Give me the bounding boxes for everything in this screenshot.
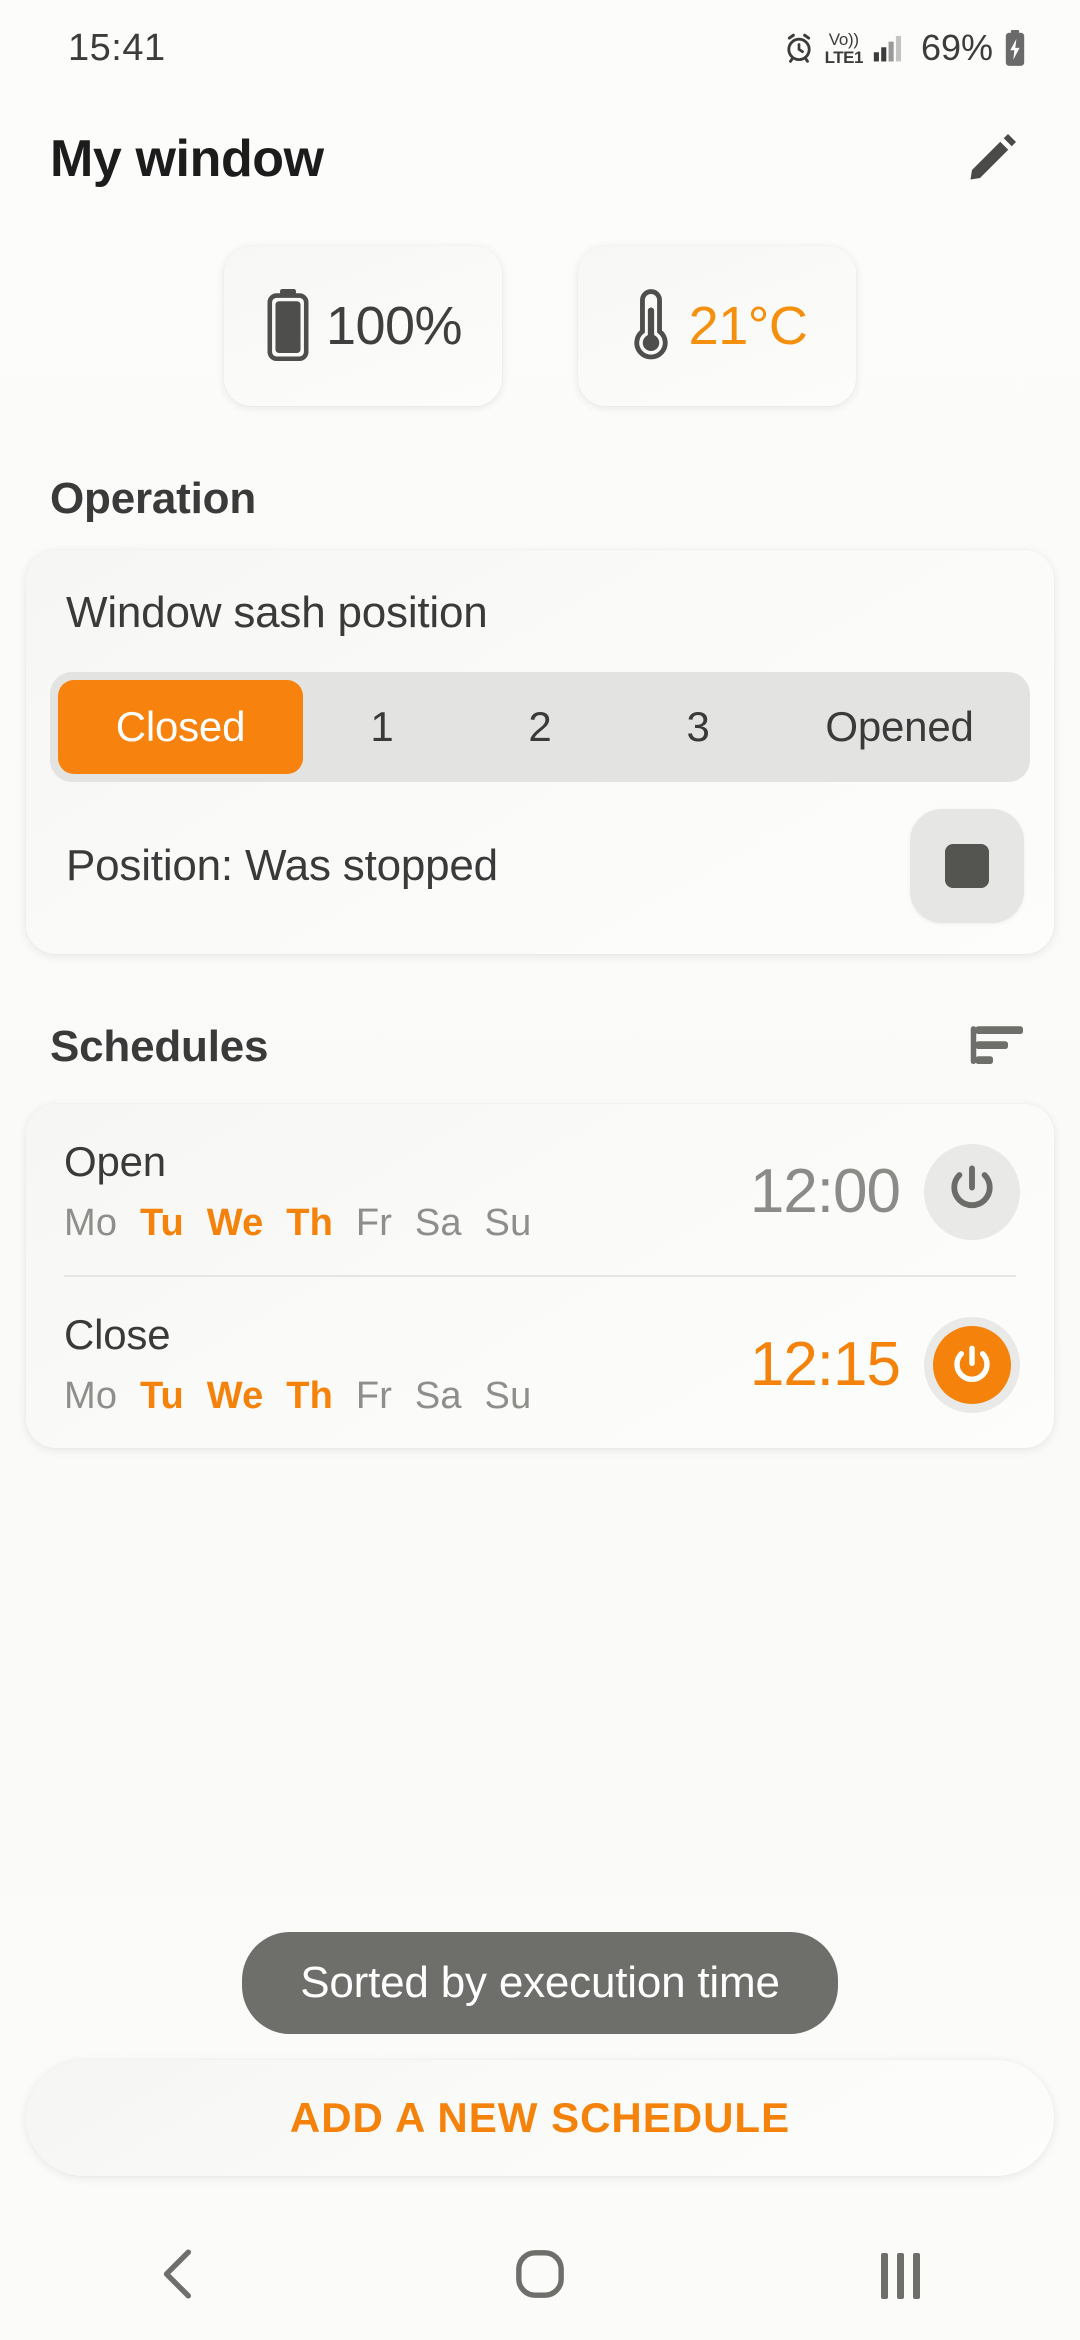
sort-button[interactable] <box>956 1016 1028 1078</box>
sash-position-segmented-control[interactable]: Closed 1 2 3 Opened <box>50 672 1030 782</box>
page-header: My window <box>0 96 1080 194</box>
day-th: Th <box>286 1202 334 1244</box>
schedules-section-header: Schedules <box>0 1016 1080 1078</box>
day-su: Su <box>484 1375 532 1417</box>
app-screen: 15:41 Vo)) LTE1 69% My window 100% 21°C … <box>0 0 1080 2340</box>
day-we: We <box>206 1375 264 1417</box>
schedules-section-title: Schedules <box>50 1022 269 1071</box>
battery-full-icon <box>264 287 312 366</box>
battery-charging-icon <box>1002 29 1028 67</box>
schedule-time[interactable]: 12:15 <box>750 1329 901 1400</box>
battery-percent-label: 69% <box>920 27 993 68</box>
segment-2[interactable]: 2 <box>461 680 619 774</box>
nav-back-button[interactable] <box>100 2226 260 2326</box>
schedule-time[interactable]: 12:00 <box>750 1156 901 1227</box>
nav-recents-button[interactable] <box>820 2226 980 2326</box>
schedule-power-toggle[interactable] <box>924 1316 1020 1413</box>
status-bar: 15:41 Vo)) LTE1 69% <box>0 0 1080 96</box>
day-sa: Sa <box>414 1375 462 1417</box>
status-indicators: Vo)) LTE1 69% <box>782 27 1028 69</box>
schedule-info: Open Mo Tu We Th Fr Sa Su <box>64 1138 531 1245</box>
home-circle-icon <box>513 2247 567 2306</box>
day-mo: Mo <box>64 1202 118 1244</box>
back-chevron-icon <box>155 2247 205 2306</box>
temperature-chip[interactable]: 21°C <box>578 246 856 406</box>
schedule-power-toggle[interactable] <box>924 1143 1020 1240</box>
schedule-info: Close Mo Tu We Th Fr Sa Su <box>64 1311 531 1418</box>
day-we: We <box>206 1202 264 1244</box>
day-tu: Tu <box>139 1375 184 1417</box>
battery-chip-value: 100% <box>325 296 463 356</box>
day-su: Su <box>484 1202 532 1244</box>
day-mo: Mo <box>64 1375 118 1417</box>
day-fr: Fr <box>355 1202 393 1244</box>
volte-line-1: Vo)) <box>828 29 859 49</box>
schedules-card: Open Mo Tu We Th Fr Sa Su 12:00 Close Mo… <box>26 1104 1054 1448</box>
segment-3[interactable]: 3 <box>619 680 777 774</box>
segment-1[interactable]: 1 <box>303 680 461 774</box>
day-tu: Tu <box>139 1202 184 1244</box>
operation-section-header: Operation <box>0 474 1080 524</box>
recents-bars-icon <box>880 2253 920 2299</box>
page-title: My window <box>50 130 324 188</box>
status-clock: 15:41 <box>68 26 166 69</box>
signal-bars-icon <box>870 31 906 65</box>
segment-closed[interactable]: Closed <box>58 680 303 774</box>
add-new-schedule-button[interactable]: ADD A NEW SCHEDULE <box>26 2060 1054 2176</box>
window-sash-position-label: Window sash position <box>66 588 488 637</box>
sort-chip-container: Sorted by execution time <box>0 1932 1080 2034</box>
power-icon <box>933 1325 1011 1404</box>
add-new-schedule-label: ADD A NEW SCHEDULE <box>289 2094 791 2141</box>
nav-home-button[interactable] <box>460 2226 620 2326</box>
battery-chip[interactable]: 100% <box>224 246 502 406</box>
schedule-name: Open <box>64 1138 166 1185</box>
stop-button[interactable] <box>910 809 1024 923</box>
volte-indicator: Vo)) LTE1 <box>824 29 864 67</box>
schedule-controls: 12:15 <box>750 1316 1020 1413</box>
operation-card: Window sash position Closed 1 2 3 Opened… <box>26 550 1054 954</box>
volte-line-2: LTE1 <box>824 47 864 67</box>
schedule-name: Close <box>64 1311 171 1358</box>
alarm-clock-icon <box>782 31 816 65</box>
sorted-by-chip[interactable]: Sorted by execution time <box>242 1932 838 2034</box>
temperature-chip-value: 21°C <box>688 296 808 356</box>
schedule-controls: 12:00 <box>750 1143 1020 1240</box>
day-th: Th <box>286 1375 334 1417</box>
schedule-row-open[interactable]: Open Mo Tu We Th Fr Sa Su 12:00 <box>26 1104 1054 1275</box>
sort-lines-icon <box>968 1022 1028 1073</box>
thermometer-icon <box>627 287 675 366</box>
status-chips: 100% 21°C <box>0 246 1080 406</box>
power-icon <box>944 1161 1000 1222</box>
day-sa: Sa <box>414 1202 462 1244</box>
position-status-label: Position: Was stopped <box>66 841 498 890</box>
schedule-days: Mo Tu We Th Fr Sa Su <box>64 1375 531 1418</box>
schedule-row-close[interactable]: Close Mo Tu We Th Fr Sa Su 12:15 <box>26 1277 1054 1448</box>
schedule-days: Mo Tu We Th Fr Sa Su <box>64 1202 531 1245</box>
edit-button[interactable] <box>958 124 1028 194</box>
system-navigation-bar <box>0 2212 1080 2340</box>
pencil-edit-icon <box>963 127 1023 192</box>
day-fr: Fr <box>355 1375 393 1417</box>
stop-square-icon <box>945 844 989 888</box>
operation-section-title: Operation <box>50 474 256 523</box>
position-status-row: Position: Was stopped <box>50 804 1030 928</box>
segment-opened[interactable]: Opened <box>777 680 1022 774</box>
